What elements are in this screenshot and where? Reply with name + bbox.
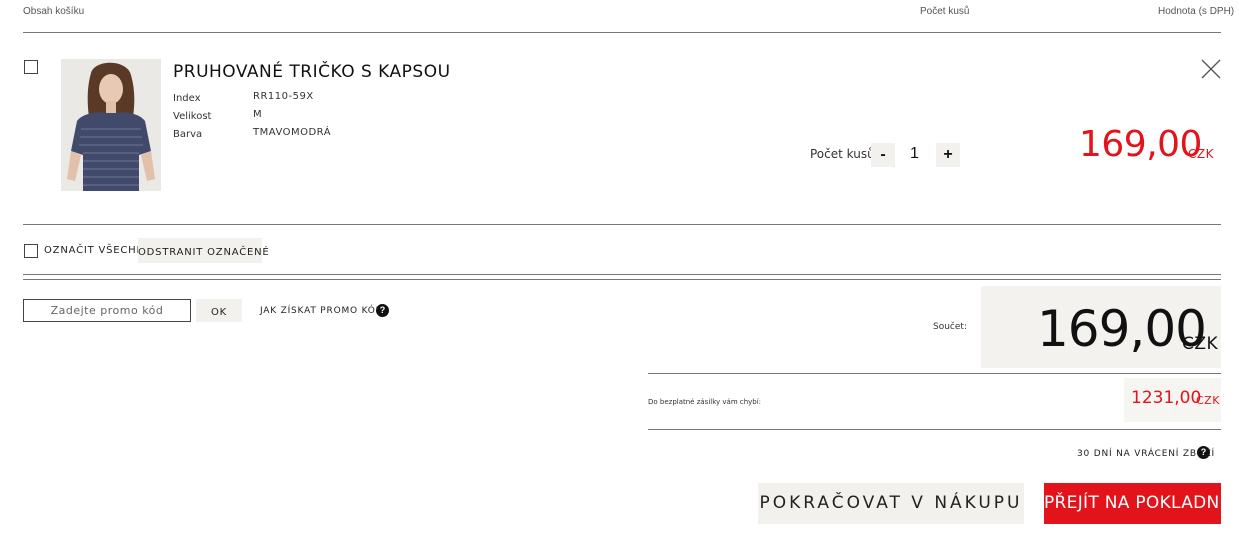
promo-ok-label: OK [210,307,228,318]
free-shipping-box: 1231,00 CZK [1124,378,1221,422]
select-all-checkbox[interactable] [24,244,38,258]
question-icon[interactable]: ? [376,304,389,317]
summary-divider-2 [648,429,1221,430]
quantity-decrease-button[interactable]: - [871,143,895,167]
product-image[interactable] [61,59,161,191]
free-shipping-currency: CZK [1196,394,1220,407]
header-value: Hodnota (s DPH) [1158,6,1235,17]
attr-label-color: Barva [173,129,203,140]
free-shipping-amount: 1231,00 [1131,388,1202,408]
sum-price: 169,00 [1037,300,1207,358]
select-all-label[interactable]: OZNAČIT VŠECHNY [44,245,152,256]
summary-divider-1 [648,373,1221,374]
free-shipping-label: Do bezplatné zásilky vám chybí: [648,398,762,406]
item-price: 169,00 [1079,124,1202,165]
header-cart-contents: Obsah košíku [23,6,85,17]
quantity-value: 1 [910,145,919,162]
item-checkbox[interactable] [24,60,38,74]
attr-label-index: Index [173,93,201,104]
promo-ok-button[interactable]: OK [196,299,242,322]
returns-question-icon[interactable]: ? [1197,446,1210,459]
sum-box: 169,00 CZK [981,286,1221,368]
sum-currency: CZK [1182,334,1219,354]
remove-item-button[interactable] [1200,58,1222,80]
close-icon [1201,59,1221,79]
selection-divider-top [23,274,1221,275]
attr-value-size: M [253,109,263,120]
attr-value-index: RR110-59X [253,91,314,102]
remove-selected-label: ODSTRANIT OZNAČENÉ [138,247,270,258]
promo-help-link[interactable]: JAK ZÍSKAT PROMO KÓD? [260,306,389,316]
sum-label: Součet: [933,322,967,332]
continue-shopping-button[interactable]: POKRAČOVAT V NÁKUPU [758,483,1024,524]
quantity-increase-button[interactable]: + [936,143,960,167]
product-photo-icon [61,59,161,191]
header-divider [23,32,1221,33]
header-quantity: Počet kusů [920,6,970,17]
returns-note: 30 DNÍ NA VRÁCENÍ ZBOŽÍ [1077,449,1215,459]
attr-value-color: TMAVOMODRÁ [253,127,332,138]
attr-label-size: Velikost [173,111,212,122]
checkout-button[interactable]: PŘEJÍT NA POKLADNU [1044,483,1232,524]
promo-code-input[interactable] [23,299,191,322]
item-currency: CZK [1188,147,1214,161]
remove-selected-button[interactable]: ODSTRANIT OZNAČENÉ [138,238,269,263]
selection-divider-bottom [23,279,1221,280]
item-divider [23,224,1221,225]
quantity-label: Počet kusů [810,147,875,161]
product-name[interactable]: PRUHOVANÉ TRIČKO S KAPSOU [173,62,451,82]
